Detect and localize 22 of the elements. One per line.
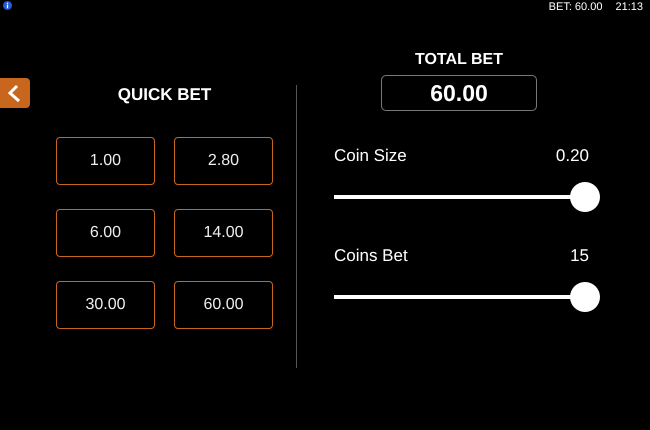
back-icon <box>7 83 23 103</box>
bet-option-button[interactable]: 6.00 <box>56 209 155 257</box>
back-button[interactable] <box>0 78 30 108</box>
slider-value: 0.20 <box>556 146 589 166</box>
slider-label: Coin Size <box>334 146 407 166</box>
bet-option-button[interactable]: 1.00 <box>56 137 155 185</box>
slider[interactable] <box>334 182 600 212</box>
slider[interactable] <box>334 282 600 312</box>
slider-value: 15 <box>570 246 589 266</box>
section-title: QUICK BET <box>116 85 212 105</box>
bet-option-button[interactable]: 14.00 <box>174 209 273 257</box>
bet-option-button[interactable]: 60.00 <box>174 281 273 329</box>
slider-thumb[interactable] <box>570 182 600 212</box>
clock-time: 21:13 <box>615 1 643 13</box>
bet-option-button[interactable]: 2.80 <box>174 137 273 185</box>
bet-amount: BET: 60.00 <box>548 1 602 13</box>
info-icon[interactable] <box>3 0 12 10</box>
total-bet-display: 60.00 <box>381 75 537 111</box>
slider-thumb[interactable] <box>570 282 600 312</box>
slider-label: Coins Bet <box>334 246 408 266</box>
section-title: TOTAL BET <box>414 50 504 70</box>
bet-option-button[interactable]: 30.00 <box>56 281 155 329</box>
